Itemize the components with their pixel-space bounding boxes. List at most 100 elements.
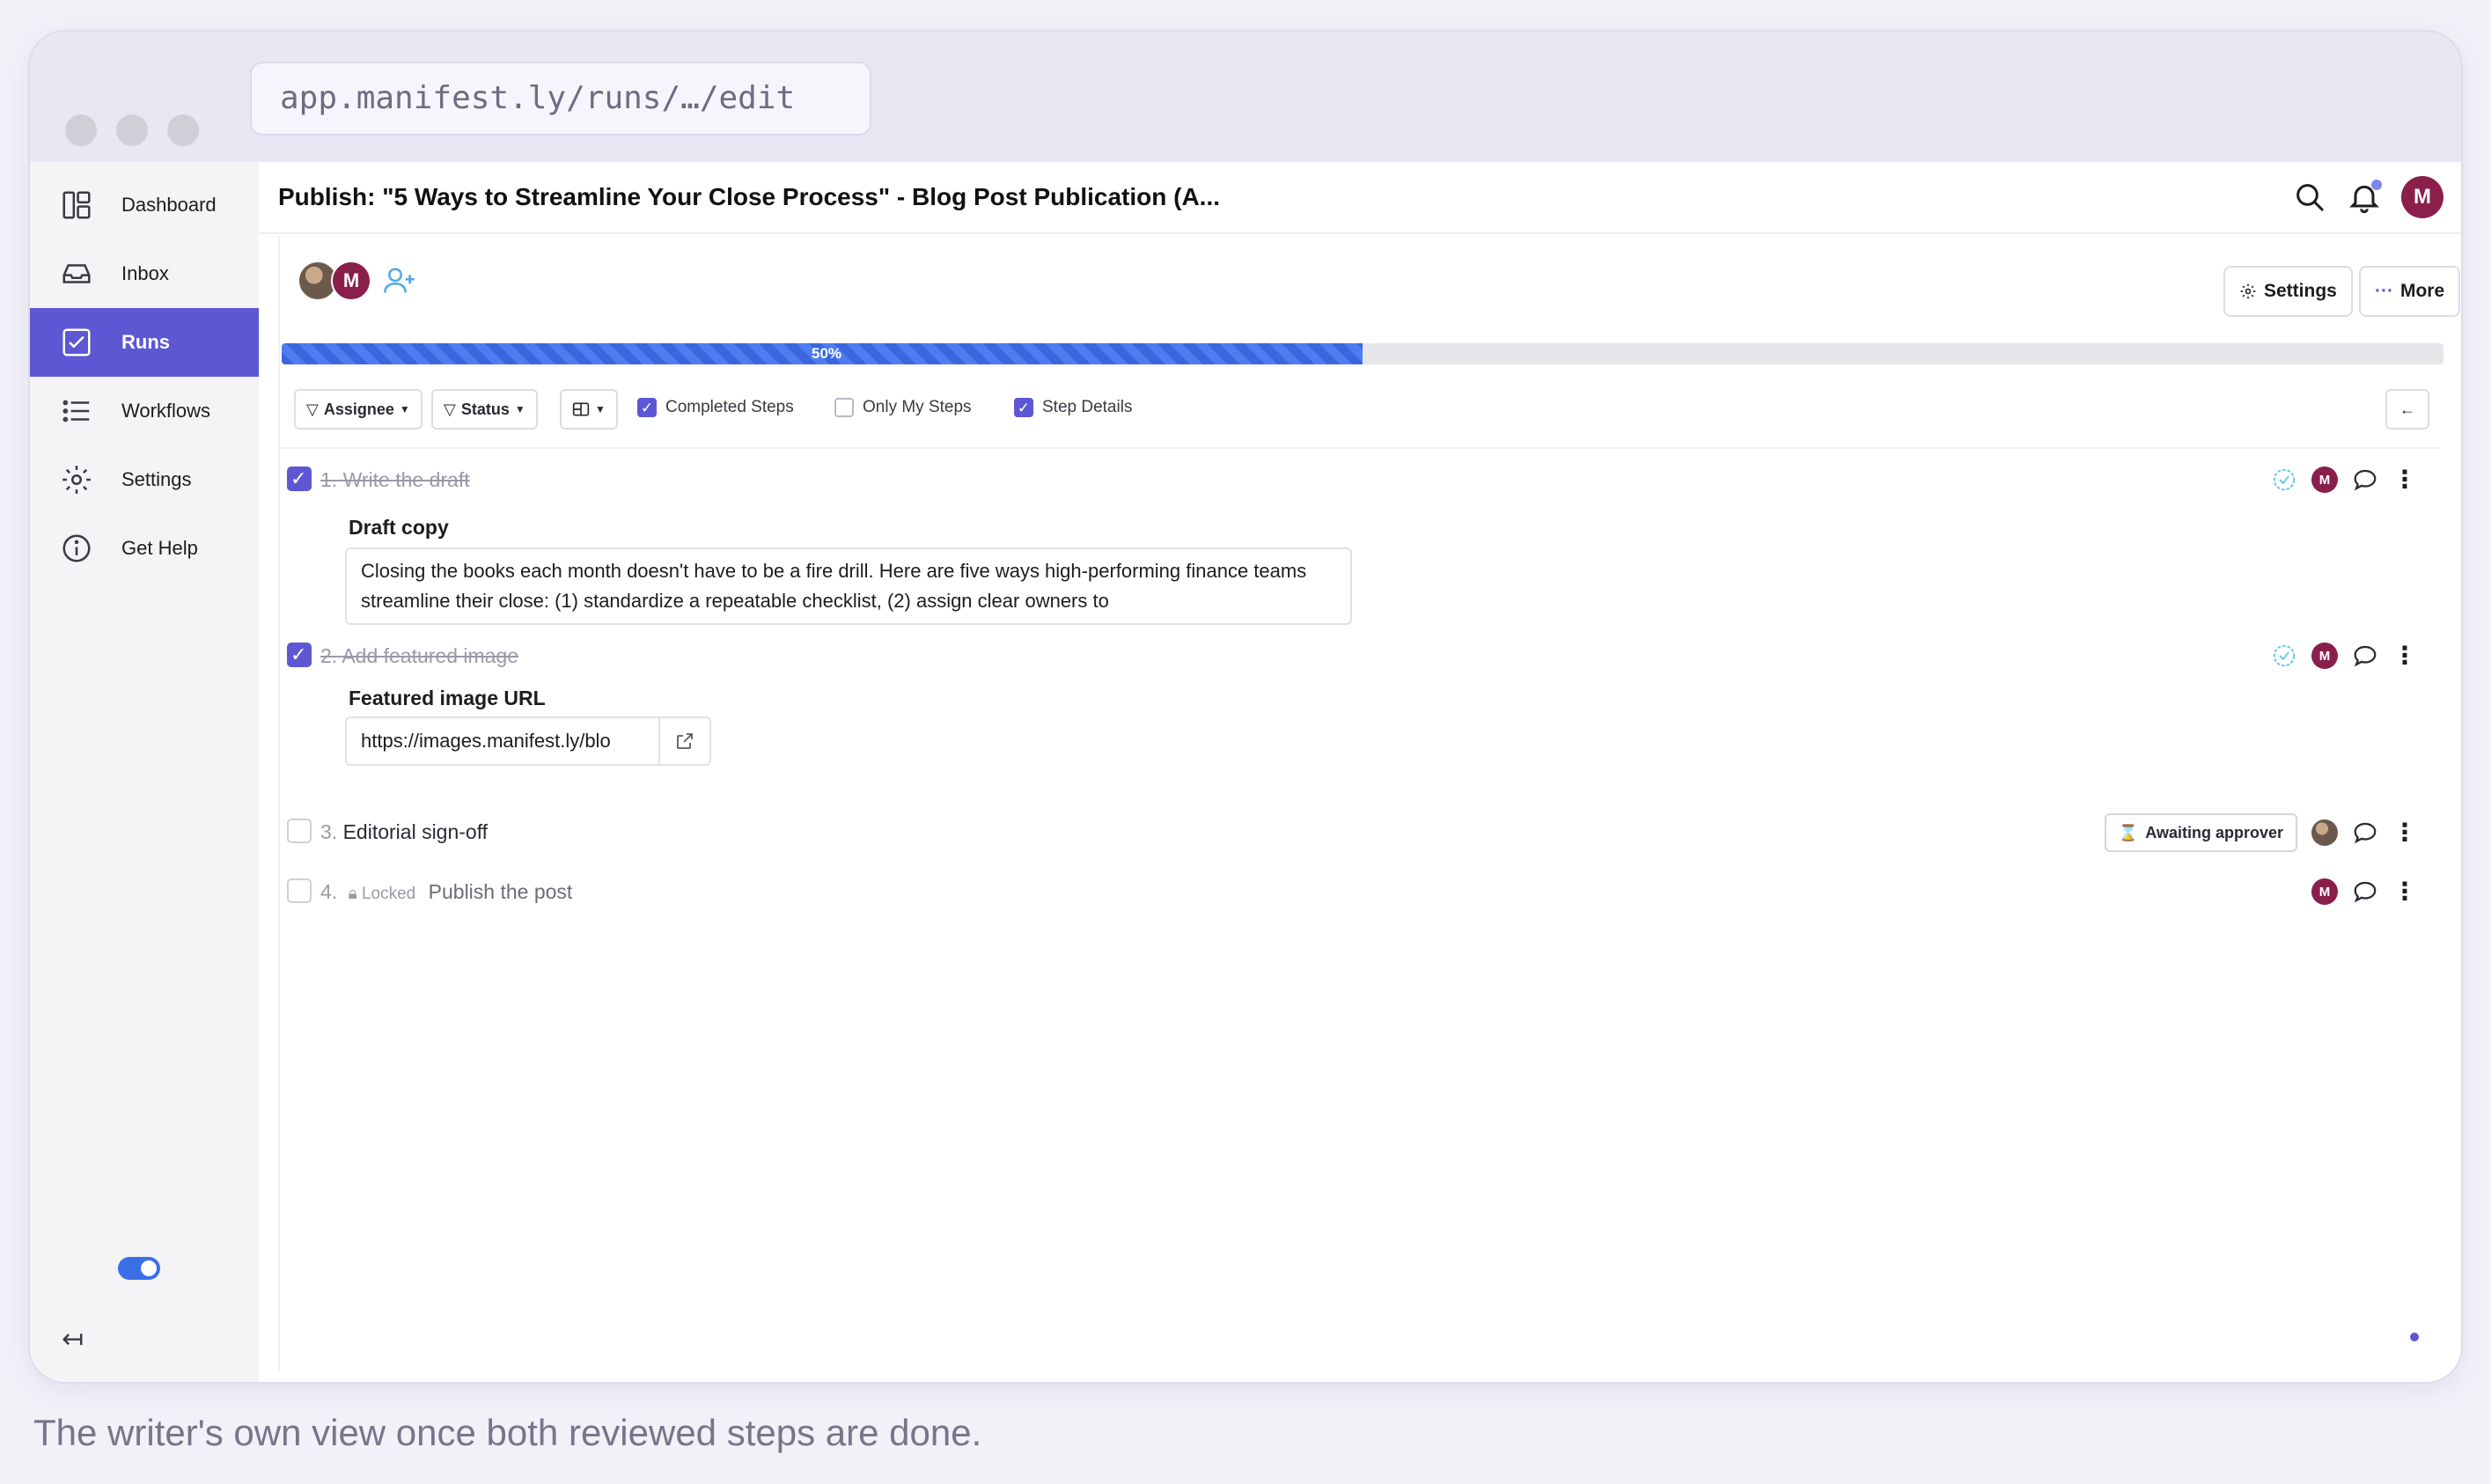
step-title[interactable]: 3. Editorial sign-off — [320, 820, 488, 844]
list-icon — [62, 400, 90, 422]
more-button-label: More — [2399, 281, 2445, 301]
user-avatar[interactable]: M — [2401, 176, 2443, 218]
assignee-avatar-photo[interactable] — [2311, 819, 2338, 846]
search-icon[interactable] — [2292, 180, 2327, 215]
browser-window: app.manifest.ly/runs/…/edit Dashboard In… — [30, 32, 2461, 1382]
window-minimize-dot[interactable] — [116, 114, 148, 146]
kebab-menu-icon[interactable]: ⋮ — [2392, 879, 2417, 904]
settings-button[interactable]: Settings — [2223, 266, 2353, 317]
field-label: Featured image URL — [349, 687, 546, 709]
draft-copy-textarea[interactable]: Closing the books each month doesn't hav… — [345, 547, 1352, 625]
comment-icon[interactable] — [2352, 643, 2378, 669]
sidebar-item-settings[interactable]: Settings — [30, 445, 259, 514]
step-number: 4. — [320, 880, 338, 903]
filter-icon: ▽ — [306, 400, 319, 418]
window-close-dot[interactable] — [65, 114, 97, 146]
step-checkbox — [287, 878, 312, 903]
step-actions: M ⋮ — [2271, 467, 2417, 493]
more-button[interactable]: ··· More — [2359, 266, 2461, 317]
completed-steps-toggle[interactable]: Completed Steps — [637, 398, 794, 417]
status-badge-label: Awaiting approver — [2145, 823, 2283, 841]
locked-indicator: 🔒︎ Locked — [349, 885, 416, 903]
add-user-icon[interactable] — [382, 263, 417, 298]
check-circle-icon — [2273, 644, 2296, 667]
step-title-text: Publish the post — [428, 880, 573, 903]
caret-down-icon: ▼ — [514, 403, 525, 415]
sidebar-item-inbox[interactable]: Inbox — [30, 239, 259, 308]
layout-view-dropdown[interactable]: ▼ — [560, 389, 618, 430]
run-header: M Settings ··· More — [280, 253, 2461, 319]
participants: M — [298, 261, 417, 301]
sidebar-item-runs[interactable]: Runs — [30, 308, 259, 377]
check-circle-icon — [2273, 468, 2296, 491]
assignee-avatar[interactable]: M — [2311, 643, 2338, 669]
address-bar[interactable]: app.manifest.ly/runs/…/edit — [250, 62, 871, 136]
kebab-menu-icon[interactable]: ⋮ — [2392, 467, 2417, 492]
step-details-checkbox[interactable] — [1014, 398, 1033, 417]
columns-icon — [572, 402, 590, 416]
assignee-avatar[interactable]: M — [2311, 467, 2338, 493]
status-filter[interactable]: ▽ Status ▼ — [431, 389, 538, 430]
divider — [280, 447, 2440, 449]
assignee-filter-label: Assignee — [323, 400, 394, 418]
step-title-text: Add featured image — [342, 644, 519, 667]
only-my-steps-checkbox[interactable] — [834, 398, 854, 417]
step-title[interactable]: 1. Write the draft — [320, 468, 470, 492]
completed-steps-checkbox[interactable] — [637, 398, 657, 417]
lock-icon: 🔒︎ — [348, 885, 357, 903]
comment-icon[interactable] — [2352, 878, 2378, 905]
step-details-label: Step Details — [1042, 398, 1133, 416]
sidebar-item-dashboard[interactable]: Dashboard — [30, 171, 259, 239]
sidebar-item-label: Runs — [121, 331, 170, 353]
status-dot — [2410, 1333, 2419, 1341]
browser-titlebar: app.manifest.ly/runs/…/edit — [30, 32, 2461, 162]
comment-icon[interactable] — [2352, 819, 2378, 846]
theme-toggle[interactable] — [118, 1257, 160, 1280]
collapse-sidebar-icon[interactable]: ↤ — [62, 1324, 84, 1355]
filter-bar: ▽ Assignee ▼ ▽ Status ▼ ▼ Comp — [294, 389, 2442, 431]
locked-label: Locked — [361, 885, 416, 903]
top-bar-actions: M — [2292, 174, 2443, 220]
sidebar-item-label: Workflows — [121, 400, 211, 422]
only-my-steps-toggle[interactable]: Only My Steps — [834, 398, 972, 417]
step-title-text: Write the draft — [342, 468, 470, 491]
step-actions: M ⋮ — [2311, 878, 2417, 905]
step-number: 2. — [320, 644, 338, 667]
step-details-toggle[interactable]: Step Details — [1014, 398, 1132, 417]
sidebar-item-get-help[interactable]: Get Help — [30, 514, 259, 583]
sidebar: Dashboard Inbox Runs Workflows Settings … — [30, 162, 259, 1382]
step-title[interactable]: 4. 🔒︎ Locked Publish the post — [320, 880, 572, 904]
top-bar: Publish: "5 Ways to Streamline Your Clos… — [259, 162, 2461, 234]
featured-image-url-input[interactable]: https://images.manifest.ly/blo — [345, 716, 711, 766]
external-link-icon — [677, 733, 694, 749]
step-checkbox[interactable] — [287, 819, 312, 843]
step-checkbox[interactable] — [287, 643, 312, 667]
arrow-left-icon: ← — [2399, 400, 2415, 418]
participant-avatar[interactable]: M — [331, 261, 371, 301]
info-icon — [62, 534, 91, 562]
sidebar-item-workflows[interactable]: Workflows — [30, 377, 259, 445]
step-title[interactable]: 2. Add featured image — [320, 644, 518, 668]
comment-icon[interactable] — [2352, 467, 2378, 493]
step-number: 1. — [320, 468, 338, 491]
more-dots-icon: ··· — [2375, 281, 2393, 301]
app-viewport: Dashboard Inbox Runs Workflows Settings … — [30, 162, 2461, 1382]
open-link-button[interactable] — [658, 718, 709, 764]
gear-icon — [62, 466, 91, 494]
step-checkbox[interactable] — [287, 467, 312, 491]
collapse-panel-button[interactable]: ← — [2385, 389, 2429, 430]
completed-steps-label: Completed Steps — [665, 398, 794, 416]
notifications-button[interactable] — [2347, 180, 2382, 215]
kebab-menu-icon[interactable]: ⋮ — [2392, 820, 2417, 845]
assignee-avatar[interactable]: M — [2311, 878, 2338, 905]
step-actions: ⌛ Awaiting approver ⋮ — [2104, 813, 2417, 852]
screenshot-caption: The writer's own view once both reviewed… — [33, 1412, 982, 1453]
kebab-menu-icon[interactable]: ⋮ — [2392, 643, 2417, 668]
sidebar-item-label: Settings — [121, 468, 192, 490]
assignee-filter[interactable]: ▽ Assignee ▼ — [294, 389, 423, 430]
hourglass-icon: ⌛ — [2118, 823, 2139, 841]
window-zoom-dot[interactable] — [167, 114, 199, 146]
progress-percent: 50% — [812, 345, 842, 362]
dashboard-icon — [62, 191, 91, 219]
awaiting-approver-badge[interactable]: ⌛ Awaiting approver — [2104, 813, 2297, 852]
